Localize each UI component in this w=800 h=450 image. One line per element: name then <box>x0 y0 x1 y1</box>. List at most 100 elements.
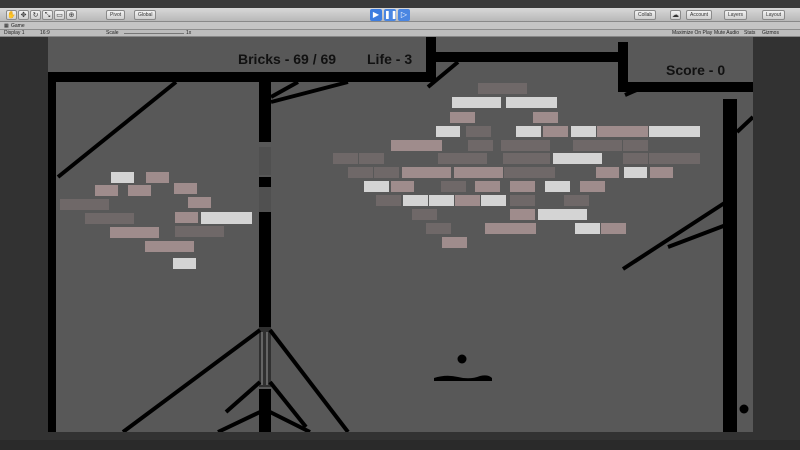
brick <box>364 181 389 192</box>
brick <box>359 153 384 164</box>
maximize-on-play-toggle[interactable]: Maximize On Play <box>672 30 712 37</box>
brick <box>455 195 480 206</box>
brick <box>175 226 224 237</box>
brick <box>510 209 535 220</box>
move-icon[interactable]: ✥ <box>18 10 29 20</box>
pause-icon[interactable]: ❚❚ <box>384 9 397 21</box>
bricks-counter: Bricks - 69 / 69 <box>238 51 337 67</box>
brick <box>503 153 550 164</box>
brick <box>481 195 506 206</box>
left-wall <box>48 72 56 432</box>
brick <box>60 199 109 210</box>
rotate-icon[interactable]: ↻ <box>30 10 41 20</box>
score-counter: Score - 0 <box>666 62 726 78</box>
brick <box>426 223 451 234</box>
brick <box>95 185 118 196</box>
bricks-layer <box>60 83 700 269</box>
brick <box>533 112 558 123</box>
brick <box>128 185 151 196</box>
brick <box>580 181 605 192</box>
brick <box>510 181 535 192</box>
brick <box>623 153 648 164</box>
account-dropdown[interactable]: Account <box>686 10 713 20</box>
scale-value: 1x <box>186 30 192 36</box>
cloud-icon[interactable]: ☁ <box>670 10 681 20</box>
scale-slider[interactable] <box>124 33 184 34</box>
brick <box>564 195 589 206</box>
brick <box>516 126 541 137</box>
game-screen[interactable]: Bricks - 69 / 69 Life - 3 Score - 0 <box>48 37 755 434</box>
brick <box>466 126 491 137</box>
bottom-strip <box>0 440 800 450</box>
game-view-controls: Display 1 16:9 Scale 1x Maximize On Play… <box>0 30 800 37</box>
brick <box>650 167 673 178</box>
brick <box>623 140 648 151</box>
brick <box>504 167 555 178</box>
brick <box>145 241 194 252</box>
brick <box>174 183 197 194</box>
aspect-dropdown[interactable]: 16:9 <box>40 30 50 37</box>
pivot-toggle[interactable]: Pivot <box>106 10 126 20</box>
brick <box>601 223 626 234</box>
divider-gap-2 <box>259 187 271 212</box>
collab-dropdown[interactable]: Collab <box>634 10 657 20</box>
brick <box>454 167 503 178</box>
brick <box>391 140 442 151</box>
tab-game[interactable]: Game <box>11 22 25 30</box>
brick <box>485 223 536 234</box>
divider-upper <box>259 82 271 142</box>
brick <box>412 209 437 220</box>
brick <box>475 181 500 192</box>
mute-audio-toggle[interactable]: Mute Audio <box>714 30 739 37</box>
editor-toolbar: ✋ ✥ ↻ ⤡ ▭ ⊕ Pivot Global ▶ ❚❚ ▷ Collab ☁… <box>0 8 800 22</box>
brick <box>575 223 600 234</box>
brick <box>478 83 527 94</box>
display-dropdown[interactable]: Display 1 <box>4 30 25 37</box>
brick <box>649 126 700 137</box>
brick <box>545 181 570 192</box>
brick <box>85 213 134 224</box>
play-icon[interactable]: ▶ <box>370 9 382 21</box>
brick <box>402 167 451 178</box>
brick <box>510 195 535 206</box>
brick <box>452 97 501 108</box>
brick <box>543 126 568 137</box>
divider-mid <box>259 177 271 187</box>
brick <box>175 212 198 223</box>
top-notch-bar <box>436 52 621 62</box>
divider-slot <box>259 327 271 387</box>
brick <box>391 181 414 192</box>
game-viewport[interactable]: Bricks - 69 / 69 Life - 3 Score - 0 <box>0 37 800 440</box>
paddle[interactable] <box>434 375 492 381</box>
step-icon[interactable]: ▷ <box>398 9 410 21</box>
brick <box>442 237 467 248</box>
brick <box>111 172 134 183</box>
brick <box>573 140 622 151</box>
brick <box>374 167 399 178</box>
right-wall <box>723 99 737 432</box>
brick <box>450 112 475 123</box>
brick <box>468 140 493 151</box>
brick <box>348 167 373 178</box>
life-counter: Life - 3 <box>367 51 413 67</box>
rect-tool-icon[interactable]: ▭ <box>54 10 65 20</box>
brick <box>553 153 602 164</box>
ball <box>457 354 467 364</box>
game-view-icon: ▦ <box>4 23 9 29</box>
stats-toggle[interactable]: Stats <box>744 30 755 37</box>
brick <box>429 195 454 206</box>
layout-dropdown[interactable]: Layout <box>762 10 786 20</box>
hand-icon[interactable]: ✋ <box>6 10 17 20</box>
brick <box>110 227 159 238</box>
brick <box>649 153 700 164</box>
brick <box>506 97 557 108</box>
transform-icon[interactable]: ⊕ <box>66 10 77 20</box>
gizmos-dropdown[interactable]: Gizmos <box>762 30 779 37</box>
layers-dropdown[interactable]: Layers <box>724 10 748 20</box>
scale-icon[interactable]: ⤡ <box>42 10 53 20</box>
brick <box>501 140 550 151</box>
divider-lower <box>259 212 271 327</box>
brick <box>436 126 460 137</box>
brick <box>376 195 401 206</box>
global-toggle[interactable]: Global <box>134 10 157 20</box>
